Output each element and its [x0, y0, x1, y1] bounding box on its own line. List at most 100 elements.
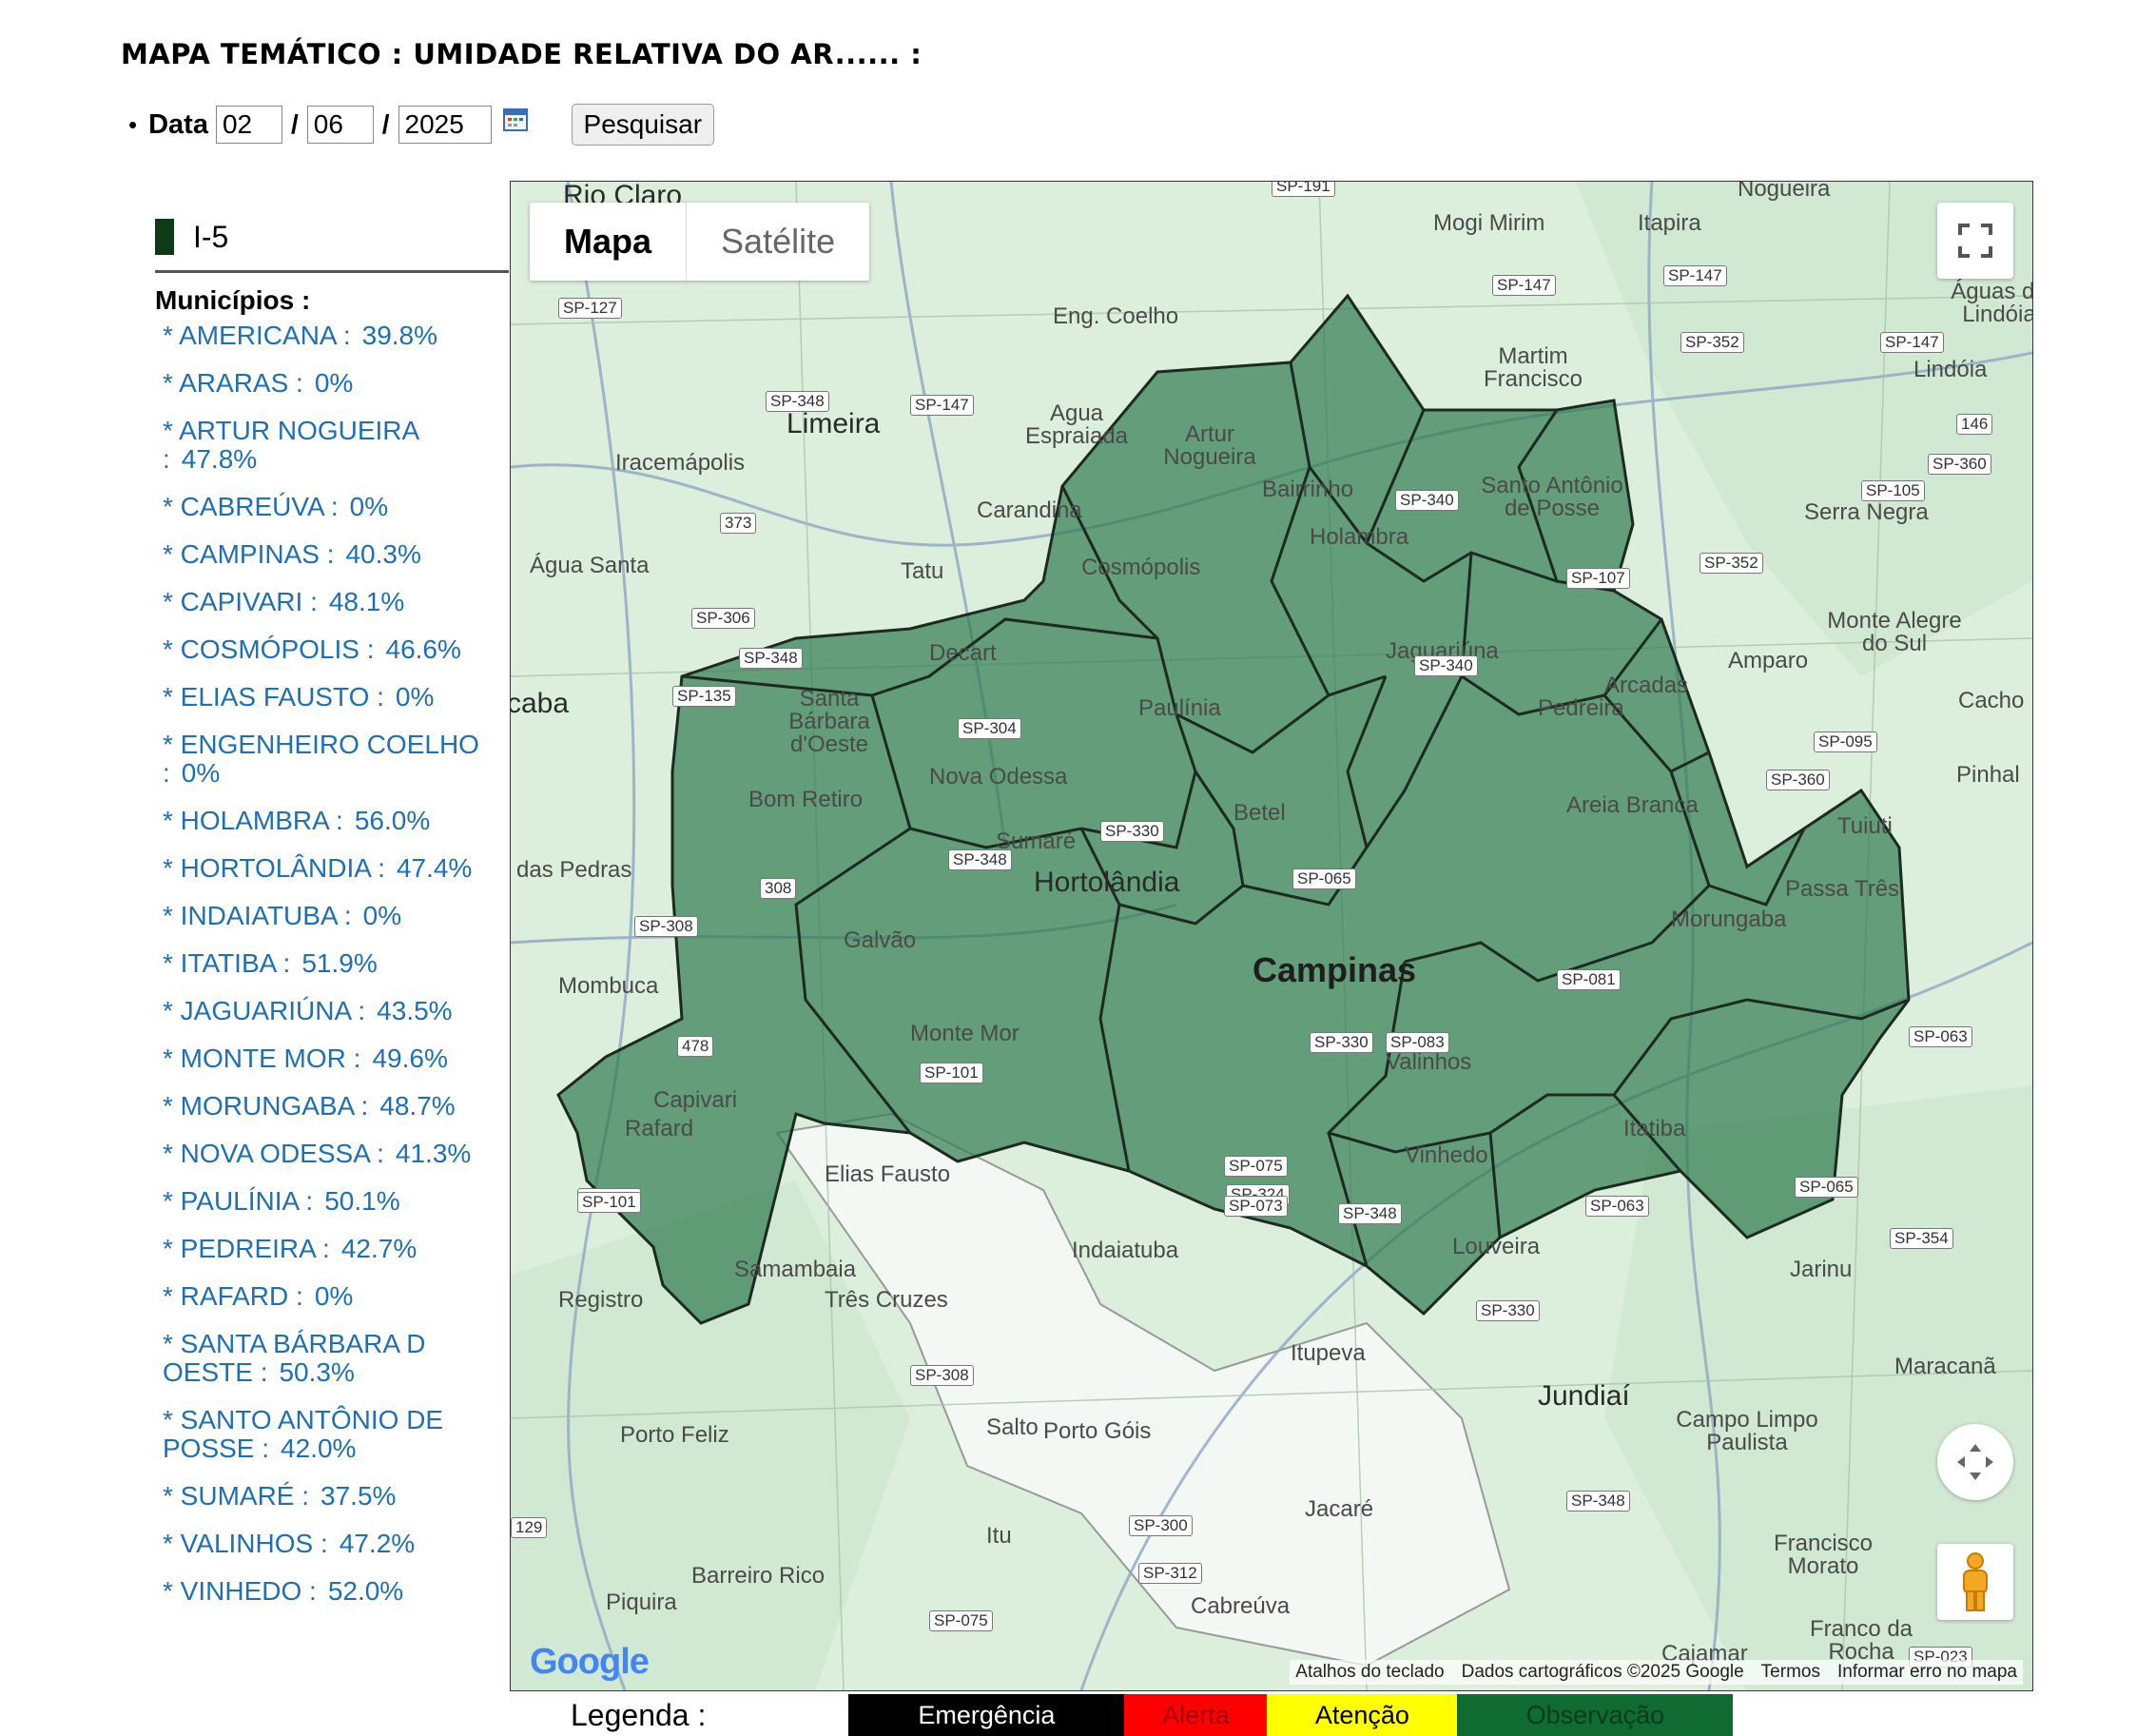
place-label: Limeira — [787, 408, 881, 439]
place-label: Nogueira — [1738, 181, 1831, 202]
road-shield: SP-304 — [958, 718, 1021, 739]
municipio-item[interactable]: * HOLAMBRA : 56.0% — [163, 807, 495, 835]
place-label: Santo Antônio de Posse — [1481, 473, 1623, 521]
municipio-item[interactable]: * ELIAS FAUSTO : 0% — [163, 683, 495, 712]
road-shield: SP-147 — [1880, 332, 1944, 353]
fullscreen-button[interactable] — [1937, 203, 2013, 279]
place-label: Betel — [1233, 800, 1286, 826]
place-label: Registro — [558, 1287, 644, 1313]
place-label: Pedreira — [1538, 695, 1624, 721]
place-label: Três Cruzes — [825, 1287, 948, 1313]
road-shield: SP-352 — [1680, 332, 1744, 353]
place-label: Morungaba — [1671, 907, 1787, 932]
map-canvas[interactable] — [511, 182, 2032, 1690]
place-label: Bairrinho — [1262, 477, 1354, 502]
road-shield: SP-107 — [1566, 568, 1630, 589]
map-type-satellite-button[interactable]: Satélite — [686, 203, 869, 281]
map-container[interactable]: Rio ClaroGertrudesMogi MirimItapiraNogue… — [510, 181, 2033, 1691]
road-shield: SP-127 — [558, 298, 622, 319]
place-label: Água Santa — [530, 553, 650, 578]
place-label: Hortolândia — [1034, 867, 1180, 898]
road-shield: 308 — [760, 878, 797, 899]
municipio-name: * VINHEDO : — [163, 1576, 317, 1606]
place-label: Porto Feliz — [620, 1422, 729, 1448]
keyboard-shortcuts-link[interactable]: Atalhos do teclado — [1295, 1662, 1444, 1683]
municipio-name: * HOLAMBRA : — [163, 806, 343, 835]
municipio-name: * PEDREIRA : — [163, 1234, 330, 1263]
place-label: Porto Góis — [1043, 1418, 1152, 1444]
municipio-item[interactable]: * ARTUR NOGUEIRA :47.8% — [163, 417, 495, 474]
municipio-name: * JAGUARIÚNA : — [163, 996, 366, 1025]
fullscreen-icon — [1958, 224, 1992, 258]
place-label: Itatiba — [1623, 1116, 1686, 1141]
municipio-item[interactable]: * VINHEDO : 52.0% — [163, 1577, 495, 1606]
municipio-value: 43.5% — [377, 996, 453, 1025]
municipio-value: 56.0% — [354, 806, 431, 835]
municipio-value: 48.7% — [379, 1091, 456, 1121]
place-label: Itu — [986, 1523, 1012, 1549]
municipio-item[interactable]: * NOVA ODESSA : 41.3% — [163, 1140, 495, 1168]
municipio-item[interactable]: * COSMÓPOLIS : 46.6% — [163, 635, 495, 664]
place-label: Mombuca — [558, 973, 659, 999]
municipio-name: * NOVA ODESSA : — [163, 1139, 384, 1168]
sidebar-legend: I-5 — [155, 219, 228, 255]
place-label: Jundiaí — [1538, 1380, 1630, 1412]
municipio-item[interactable]: * VALINHOS : 47.2% — [163, 1530, 495, 1558]
municipio-name: * HORTOLÂNDIA : — [163, 853, 385, 883]
place-label: Eng. Coelho — [1053, 303, 1179, 329]
search-button[interactable]: Pesquisar — [571, 104, 715, 146]
municipio-item[interactable]: * ARARAS : 0% — [163, 369, 495, 398]
road-shield: SP-147 — [1663, 265, 1727, 286]
road-shield: SP-348 — [1338, 1203, 1402, 1224]
year-input[interactable] — [398, 106, 492, 144]
road-shield: SP-360 — [1928, 454, 1991, 475]
place-label: Decart — [929, 640, 997, 666]
road-shield: SP-095 — [1814, 731, 1877, 752]
road-shield: SP-075 — [1224, 1156, 1288, 1177]
municipio-item[interactable]: * MONTE MOR : 49.6% — [163, 1044, 495, 1073]
municipio-item[interactable]: * ITATIBA : 51.9% — [163, 949, 495, 978]
municipio-item[interactable]: * AMERICANA : 39.8% — [163, 322, 495, 350]
place-label: Passa Três — [1785, 876, 1900, 902]
municipio-item[interactable]: * CABREÚVA : 0% — [163, 493, 495, 521]
municipio-item[interactable]: * SANTA BÁRBARA D OESTE :50.3% — [163, 1330, 495, 1387]
municipio-item[interactable]: * ENGENHEIRO COELHO :0% — [163, 731, 495, 788]
municipio-value: 41.3% — [395, 1139, 472, 1168]
municipio-item[interactable]: * RAFARD : 0% — [163, 1282, 495, 1311]
map-attribution: Atalhos do teclado Dados cartográficos ©… — [1290, 1660, 2023, 1685]
municipio-name: * PAULÍNIA : — [163, 1186, 314, 1216]
day-input[interactable] — [215, 106, 282, 144]
month-input[interactable] — [306, 106, 374, 144]
municipio-item[interactable]: * PEDREIRA : 42.7% — [163, 1235, 495, 1263]
map-type-map-button[interactable]: Mapa — [530, 203, 686, 281]
place-label: Cosmópolis — [1081, 555, 1201, 580]
calendar-icon[interactable] — [502, 107, 528, 131]
road-shield: SP-340 — [1395, 490, 1459, 511]
terms-link[interactable]: Termos — [1761, 1662, 1820, 1683]
legend-bar: Legenda : Emergência Alerta Atenção Observa… — [571, 1694, 1734, 1736]
road-shield: SP-073 — [1224, 1196, 1288, 1217]
place-label: Águas de Lindóia — [1951, 279, 2033, 327]
municipio-item[interactable]: * JAGUARIÚNA : 43.5% — [163, 997, 495, 1025]
road-shield: SP-063 — [1909, 1026, 1972, 1047]
road-shield: SP-075 — [929, 1610, 993, 1631]
municipio-item[interactable]: * INDAIATUBA : 0% — [163, 902, 495, 930]
municipio-item[interactable]: * CAPIVARI : 48.1% — [163, 588, 495, 616]
municipio-item[interactable]: * SUMARÉ : 37.5% — [163, 1482, 495, 1511]
municipio-item[interactable]: * HORTOLÂNDIA : 47.4% — [163, 854, 495, 883]
municipio-value: 42.0% — [281, 1434, 357, 1463]
municipio-name: * VALINHOS : — [163, 1529, 328, 1558]
road-shield: 373 — [720, 513, 757, 534]
camera-control-button[interactable] — [1937, 1424, 2013, 1500]
place-label: Pinhal — [1956, 762, 2020, 788]
municipio-item[interactable]: * MORUNGABA : 48.7% — [163, 1092, 495, 1121]
municipio-item[interactable]: * PAULÍNIA : 50.1% — [163, 1187, 495, 1216]
place-label: Serra Negra — [1804, 499, 1929, 525]
municipio-item[interactable]: * SANTO ANTÔNIO DE POSSE :42.0% — [163, 1406, 495, 1463]
municipio-item[interactable]: * CAMPINAS : 40.3% — [163, 540, 495, 569]
report-error-link[interactable]: Informar erro no mapa — [1837, 1662, 2017, 1683]
place-label: Valinhos — [1386, 1049, 1472, 1075]
place-label: Piquira — [606, 1590, 677, 1615]
legend-item: Alerta — [1124, 1694, 1268, 1736]
street-view-button[interactable] — [1937, 1544, 2013, 1620]
